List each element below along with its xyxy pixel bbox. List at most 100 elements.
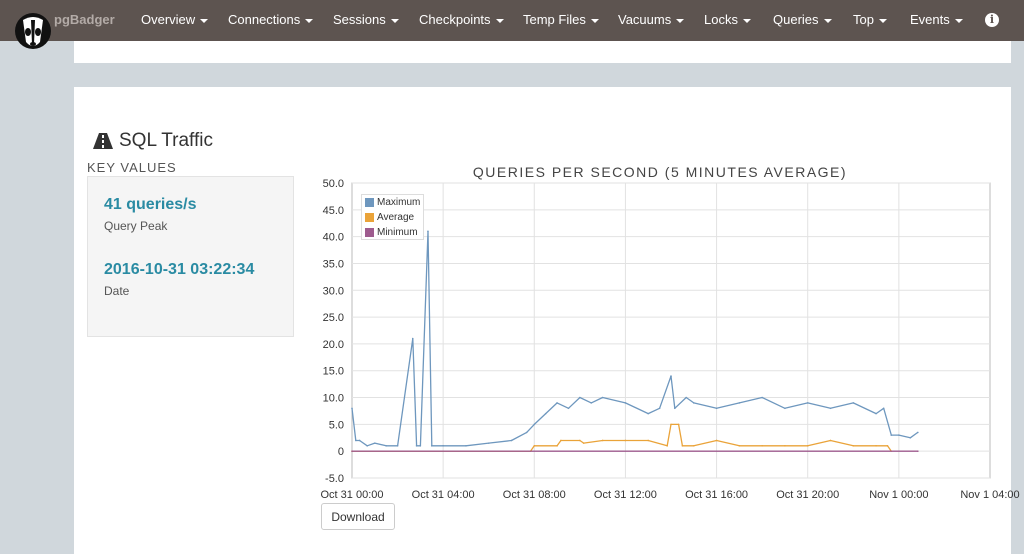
data-point-average (677, 423, 680, 426)
data-point-minimum (351, 450, 353, 452)
y-tick-label: 20.0 (323, 339, 344, 351)
data-point-maximum (590, 402, 593, 404)
data-point-maximum (556, 402, 558, 404)
data-point-maximum (761, 396, 763, 399)
data-point-maximum (415, 445, 418, 447)
data-point-maximum (396, 445, 399, 447)
data-point-maximum (692, 402, 695, 404)
data-point-maximum (385, 445, 387, 447)
data-point-average (886, 445, 889, 447)
data-point-average (601, 439, 604, 442)
data-point-maximum (510, 439, 513, 442)
data-point-average (761, 445, 763, 447)
data-point-average (670, 423, 672, 426)
data-point-average (666, 445, 669, 447)
data-point-maximum (647, 412, 650, 415)
data-point-maximum (427, 230, 429, 233)
x-tick-label: Nov 1 04:00 (960, 489, 1019, 501)
data-point-maximum (442, 445, 444, 447)
data-point-average (829, 439, 832, 442)
data-point-maximum (430, 445, 433, 447)
y-tick-label: 40.0 (323, 232, 344, 244)
data-point-maximum (890, 434, 893, 436)
data-point-average (784, 445, 786, 447)
data-point-average (692, 445, 695, 447)
data-point-maximum (658, 407, 661, 410)
chart-legend: Maximum Average Minimum (361, 194, 424, 240)
legend-swatch-average (365, 213, 374, 222)
data-point-maximum (909, 436, 912, 439)
x-tick-label: Oct 31 00:00 (321, 489, 384, 501)
x-tick-label: Nov 1 00:00 (869, 489, 928, 501)
data-point-maximum (373, 442, 376, 444)
y-tick-label: 25.0 (323, 312, 344, 324)
data-point-maximum (806, 402, 809, 404)
data-point-maximum (624, 402, 627, 404)
y-tick-label: 0 (338, 446, 344, 458)
download-button[interactable]: Download (321, 503, 395, 530)
legend-item-minimum: Minimum (365, 227, 418, 238)
data-point-average (556, 445, 558, 447)
data-point-average (624, 439, 627, 442)
data-point-maximum (715, 407, 718, 410)
data-point-maximum (917, 431, 919, 434)
legend-swatch-maximum (365, 198, 374, 207)
data-point-maximum (411, 337, 414, 340)
x-tick-label: Oct 31 20:00 (776, 489, 839, 501)
data-point-maximum (784, 407, 786, 410)
legend-label-maximum: Maximum (377, 197, 421, 208)
x-tick-label: Oct 31 04:00 (412, 489, 475, 501)
y-tick-label: 15.0 (323, 366, 344, 378)
legend-label-average: Average (377, 212, 415, 223)
data-point-average (738, 445, 741, 447)
data-point-maximum (419, 445, 422, 447)
data-point-maximum (875, 412, 877, 415)
data-point-maximum (533, 423, 536, 426)
queries-per-second-chart: 50.0 45.0 40.0 35.0 30.0 25.0 20.0 15.0 10.0 5.0 0… (321, 178, 1020, 501)
data-point-maximum (673, 407, 676, 410)
data-point-maximum (525, 431, 528, 434)
y-tick-label: 45.0 (323, 205, 344, 217)
data-point-maximum (487, 442, 490, 444)
data-point-average (579, 439, 581, 442)
legend-item-maximum: Maximum (365, 197, 420, 208)
legend-label-minimum: Minimum (377, 227, 418, 238)
data-point-average (715, 439, 718, 442)
data-point-maximum (567, 407, 570, 410)
data-point-maximum (738, 402, 741, 404)
data-point-average (560, 439, 562, 442)
y-tick-label: 5.0 (329, 419, 344, 431)
data-point-average (875, 445, 877, 447)
data-point-maximum (882, 407, 885, 410)
y-tick-label: 50.0 (323, 178, 344, 190)
y-tick-label: 10.0 (323, 393, 344, 405)
data-point-maximum (685, 396, 687, 399)
data-point-maximum (358, 439, 361, 442)
data-point-average (582, 442, 585, 444)
data-point-average (681, 445, 684, 447)
data-point-maximum (354, 439, 357, 442)
data-point-average (806, 445, 809, 447)
x-tick-label: Oct 31 12:00 (594, 489, 657, 501)
data-point-maximum (366, 445, 368, 447)
data-point-average (852, 445, 855, 447)
y-tick-label: 35.0 (323, 258, 344, 270)
data-point-maximum (898, 434, 900, 436)
legend-item-average: Average (365, 212, 414, 223)
data-point-maximum (670, 375, 672, 377)
data-point-average (533, 445, 536, 447)
plot-area (351, 182, 991, 479)
x-tick-label: Oct 31 16:00 (685, 489, 748, 501)
data-point-maximum (544, 412, 547, 415)
data-point-maximum (351, 407, 353, 410)
data-point-maximum (465, 445, 467, 447)
data-point-maximum (601, 396, 604, 399)
data-point-maximum (829, 407, 832, 410)
data-point-average (647, 439, 650, 442)
y-tick-label: 30.0 (323, 285, 344, 297)
data-point-maximum (579, 396, 581, 399)
legend-swatch-minimum (365, 228, 374, 237)
data-point-minimum (917, 450, 919, 452)
y-tick-label: -5.0 (325, 473, 344, 485)
data-point-maximum (852, 402, 855, 404)
